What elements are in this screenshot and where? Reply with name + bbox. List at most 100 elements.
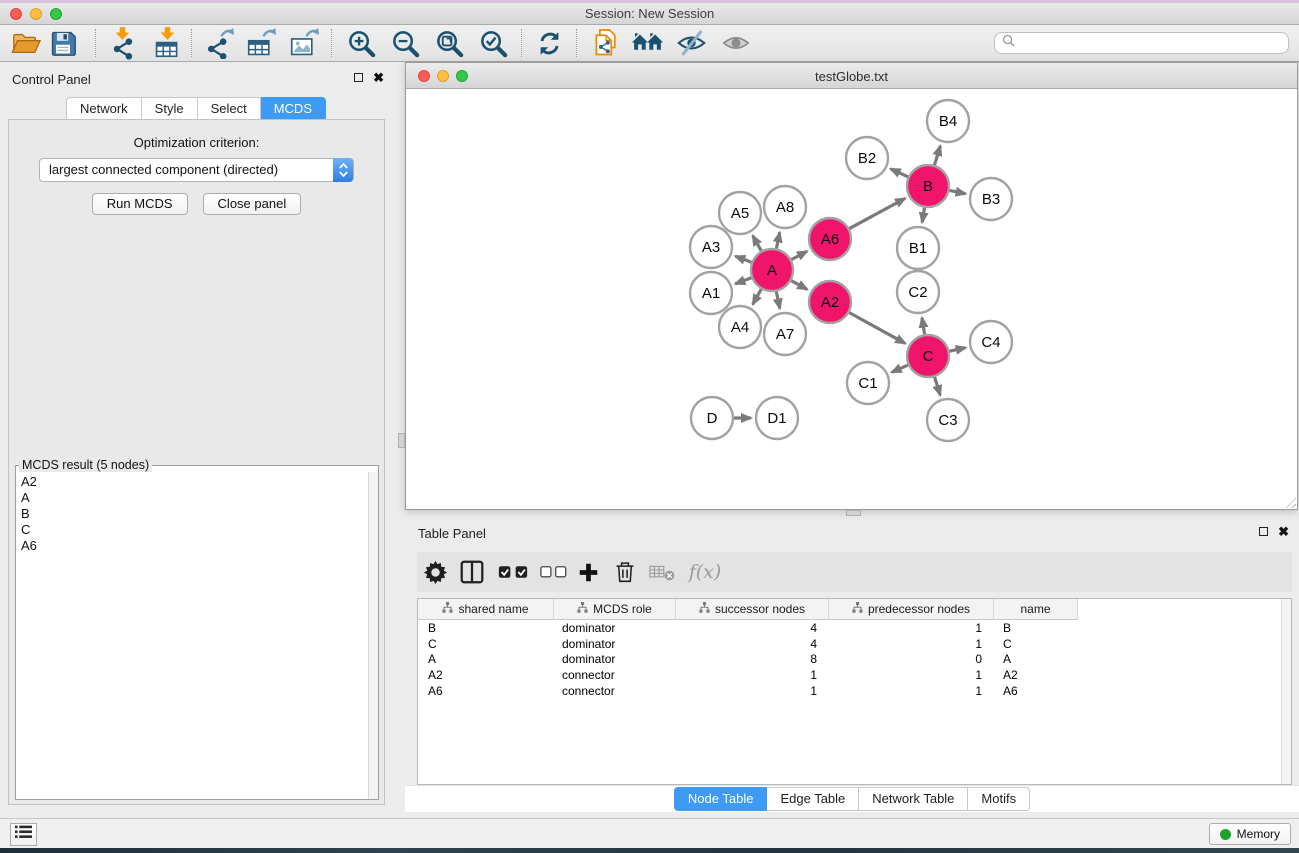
close-panel-icon[interactable]: ✖ [373, 73, 384, 82]
edge-A-A4[interactable] [753, 289, 762, 304]
column-header-MCDS-role[interactable]: MCDS role [554, 599, 676, 620]
edge-C-C3[interactable] [935, 377, 941, 395]
column-header-name[interactable]: name [994, 599, 1078, 620]
mcds-result-scrollbar[interactable] [368, 472, 378, 799]
close-table-panel-icon[interactable]: ✖ [1278, 527, 1289, 536]
edge-A6-B[interactable] [849, 198, 905, 228]
node-A4[interactable]: A4 [719, 306, 761, 348]
edge-A-A5[interactable] [753, 236, 762, 251]
tab-mcds[interactable]: MCDS [261, 97, 326, 121]
tab-edge-table[interactable]: Edge Table [767, 787, 859, 811]
status-list-button[interactable] [10, 823, 37, 846]
column-header-predecessor-nodes[interactable]: predecessor nodes [829, 599, 994, 620]
delete-column-icon[interactable] [607, 552, 643, 592]
zoom-in-icon[interactable] [343, 26, 379, 60]
node-C1[interactable]: C1 [847, 362, 889, 404]
table-row[interactable]: Adominator80A [418, 651, 1291, 667]
duplicate-network-icon[interactable] [588, 26, 624, 60]
node-A3[interactable]: A3 [690, 226, 732, 268]
unselect-all-columns-icon[interactable] [535, 552, 571, 592]
node-A1[interactable]: A1 [690, 272, 732, 314]
edge-A-A1[interactable] [735, 278, 751, 284]
column-header-shared-name[interactable]: shared name [418, 599, 554, 620]
edge-A-A3[interactable] [735, 256, 751, 262]
import-network-icon[interactable] [104, 26, 140, 60]
node-C3[interactable]: C3 [927, 399, 969, 441]
delete-table-icon[interactable] [644, 552, 680, 592]
table-settings-icon[interactable] [417, 552, 453, 592]
table-row[interactable]: Cdominator41C [418, 636, 1291, 652]
edge-B-B4[interactable] [934, 146, 940, 165]
mcds-result-item[interactable]: A [21, 490, 378, 506]
tab-network[interactable]: Network [66, 97, 142, 121]
first-neighbors-icon[interactable] [629, 26, 665, 60]
edge-B-B2[interactable] [891, 169, 908, 177]
mcds-result-item[interactable]: A6 [21, 538, 378, 554]
node-A2[interactable]: A2 [809, 281, 851, 323]
node-D[interactable]: D [691, 397, 733, 439]
edge-C-C2[interactable] [922, 318, 925, 335]
node-C4[interactable]: C4 [970, 321, 1012, 363]
function-builder-icon[interactable]: f(x) [687, 552, 723, 592]
open-file-icon[interactable] [7, 26, 43, 60]
node-D1[interactable]: D1 [756, 397, 798, 439]
float-table-panel-icon[interactable] [1259, 527, 1268, 536]
zoom-out-icon[interactable] [387, 26, 423, 60]
mcds-result-item[interactable]: B [21, 506, 378, 522]
search-input[interactable] [1019, 34, 1288, 52]
mcds-result-item[interactable]: C [21, 522, 378, 538]
table-row[interactable]: A2connector11A2 [418, 667, 1291, 683]
edge-B-B3[interactable] [950, 190, 966, 193]
node-B3[interactable]: B3 [970, 178, 1012, 220]
node-B1[interactable]: B1 [897, 227, 939, 269]
export-table-icon[interactable] [243, 26, 279, 60]
run-mcds-button[interactable]: Run MCDS [92, 193, 188, 215]
node-A8[interactable]: A8 [764, 186, 806, 228]
export-network-icon[interactable] [201, 26, 237, 60]
tab-node-table[interactable]: Node Table [674, 787, 768, 811]
hide-selected-icon[interactable] [673, 26, 709, 60]
mcds-result-item[interactable]: A2 [21, 474, 378, 490]
table-row[interactable]: Bdominator41B [418, 620, 1291, 636]
edge-A2-C[interactable] [849, 313, 905, 344]
node-C2[interactable]: C2 [897, 271, 939, 313]
edge-A-A8[interactable] [776, 232, 779, 248]
edge-B-B1[interactable] [922, 208, 924, 223]
zoom-fit-icon[interactable] [431, 26, 467, 60]
select-all-columns-icon[interactable] [495, 552, 531, 592]
node-A[interactable]: A [751, 249, 793, 291]
node-A7[interactable]: A7 [764, 313, 806, 355]
tab-motifs[interactable]: Motifs [968, 787, 1030, 811]
show-all-icon[interactable] [718, 26, 754, 60]
table-scrollbar[interactable] [1281, 599, 1291, 784]
refresh-layout-icon[interactable] [531, 26, 567, 60]
edge-A-A2[interactable] [791, 281, 807, 290]
search-box[interactable] [994, 32, 1289, 54]
table-row[interactable]: A6connector11A6 [418, 683, 1291, 699]
column-layout-icon[interactable] [454, 552, 490, 592]
add-column-icon[interactable] [570, 552, 606, 592]
node-B[interactable]: B [907, 165, 949, 207]
horizontal-splitter-handle[interactable] [846, 510, 861, 516]
network-canvas[interactable]: B4B2BB3B1A5A8A6A3AA1A2C2A4A7C4CC1C3DD1 [406, 89, 1297, 509]
edge-A-A7[interactable] [776, 292, 779, 309]
float-panel-icon[interactable] [354, 73, 363, 82]
save-session-icon[interactable] [45, 26, 81, 60]
tab-network-table[interactable]: Network Table [859, 787, 968, 811]
tab-style[interactable]: Style [142, 97, 198, 121]
zoom-selected-icon[interactable] [475, 26, 511, 60]
tab-select[interactable]: Select [198, 97, 261, 121]
node-C[interactable]: C [907, 335, 949, 377]
node-B2[interactable]: B2 [846, 137, 888, 179]
column-header-successor-nodes[interactable]: successor nodes [676, 599, 829, 620]
memory-button[interactable]: Memory [1209, 823, 1291, 845]
criterion-select[interactable]: largest connected component (directed) [39, 158, 354, 182]
export-image-icon[interactable] [286, 26, 322, 60]
edge-C-C1[interactable] [892, 365, 908, 372]
edge-C-C4[interactable] [949, 348, 965, 352]
edge-A-A6[interactable] [791, 251, 807, 259]
close-panel-button[interactable]: Close panel [203, 193, 302, 215]
node-B4[interactable]: B4 [927, 100, 969, 142]
network-window-titlebar[interactable]: testGlobe.txt [406, 63, 1297, 89]
import-table-icon[interactable] [149, 26, 185, 60]
